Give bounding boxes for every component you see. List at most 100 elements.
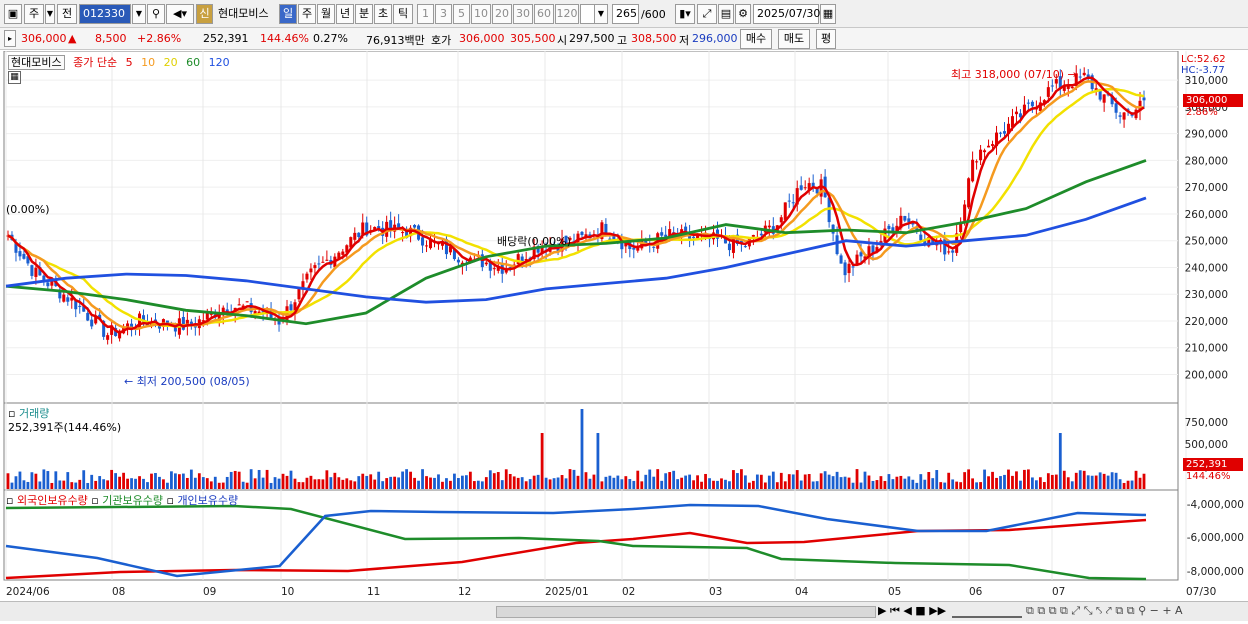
avg-button[interactable]: 평 — [816, 29, 836, 49]
volume-bar — [472, 481, 476, 489]
candle-body — [799, 185, 803, 190]
volume-bar — [6, 473, 10, 489]
candle-type-icon[interactable]: ▮▾ — [675, 4, 695, 24]
prev-button[interactable]: 전 — [57, 4, 77, 24]
volume-bar — [90, 474, 94, 489]
legend-institution: 기관보유수량 — [102, 494, 163, 507]
candle-body — [1050, 85, 1054, 87]
num-60[interactable]: 60 — [534, 4, 554, 24]
period-tick[interactable]: 틱 — [393, 4, 413, 24]
x-tick: 02 — [622, 586, 635, 598]
quote-toggle-icon[interactable]: ▸ — [4, 30, 16, 47]
code-input[interactable]: 012330 — [79, 4, 131, 24]
volume-bar — [174, 473, 177, 489]
candle-body — [245, 301, 249, 303]
candle-body — [783, 202, 787, 220]
num-20[interactable]: 20 — [492, 4, 512, 24]
num-30[interactable]: 30 — [513, 4, 533, 24]
calendar-icon[interactable]: ▦ — [820, 4, 836, 24]
code-dropdown-icon[interactable]: ▼ — [132, 4, 146, 24]
zoom-slider[interactable] — [952, 604, 1022, 618]
volume-bar — [241, 481, 245, 489]
buy-button[interactable]: 매수 — [740, 29, 772, 49]
volume-bar — [720, 478, 723, 489]
volume-bar — [201, 477, 205, 489]
volume-bar — [1066, 477, 1070, 489]
volume-bar — [807, 474, 811, 489]
volume-bar — [233, 470, 237, 489]
gear-icon[interactable]: ⚙ — [735, 4, 751, 24]
window-menu-icon[interactable]: ▣ — [4, 4, 22, 24]
period-second[interactable]: 초 — [374, 4, 392, 24]
speaker-icon[interactable]: ◀▾ — [166, 4, 194, 24]
scrollbar[interactable] — [496, 606, 876, 618]
volume-bar — [759, 474, 763, 489]
volume-bar — [556, 477, 560, 489]
volume-bar — [879, 476, 883, 489]
volume-bar — [680, 477, 684, 489]
volume-bar — [712, 480, 715, 489]
quote-turnover: 0.27% — [313, 32, 348, 45]
period-month[interactable]: 월 — [317, 4, 335, 24]
volume-bar — [871, 480, 875, 489]
count-input[interactable]: 265 — [612, 4, 639, 24]
type-select[interactable]: 주 — [24, 4, 44, 24]
volume-bar — [899, 475, 903, 489]
volume-bar — [468, 471, 472, 489]
num-3[interactable]: 3 — [435, 4, 452, 24]
num-5[interactable]: 5 — [453, 4, 470, 24]
high-label: 고 — [617, 34, 628, 47]
volume-bar — [237, 471, 241, 489]
price-y-tick: 220,000 — [1185, 316, 1228, 328]
volume-bar — [640, 481, 644, 489]
date-input[interactable]: 2025/07/30 — [753, 4, 820, 24]
volume-bar — [512, 476, 516, 489]
volume-bar — [313, 479, 317, 489]
volume-bar — [10, 482, 14, 489]
volume-bar — [265, 469, 269, 489]
num-1[interactable]: 1 — [417, 4, 434, 24]
save-icon[interactable]: ▤ — [718, 4, 734, 24]
volume-bar — [847, 477, 851, 489]
volume-bar — [277, 478, 281, 489]
volume-bar — [979, 482, 982, 489]
volume-bar — [249, 469, 253, 489]
volume-y-tick: 500,000 — [1185, 439, 1228, 451]
period-day[interactable]: 일 — [279, 4, 297, 24]
nav-buttons[interactable]: ▶ ⏮ ◀ ■ ▶▶ — [878, 604, 946, 618]
volume-bar — [393, 476, 397, 489]
candle-body — [353, 232, 357, 240]
volume-bar — [333, 472, 337, 489]
legend-ma60: 60 — [186, 56, 201, 69]
period-year[interactable]: 년 — [336, 4, 354, 24]
price-pane[interactable] — [3, 50, 1179, 404]
volume-bar — [361, 473, 365, 489]
volume-bar — [652, 476, 656, 489]
chart-area: 310,000 300,000 290,000 280,000 270,000 260,0… — [0, 50, 1248, 621]
volume-bar — [736, 473, 739, 489]
volume-bar — [883, 480, 887, 489]
candle-body — [580, 231, 584, 236]
shin-badge[interactable]: 신 — [196, 4, 213, 24]
volume-bar — [106, 480, 110, 489]
custom-dropdown-icon[interactable]: ▼ — [594, 4, 608, 24]
type-dropdown-icon[interactable]: ▼ — [45, 4, 55, 24]
volume-bar — [775, 482, 779, 489]
period-minute[interactable]: 분 — [355, 4, 373, 24]
volume-bar — [1003, 474, 1006, 489]
sell-button[interactable]: 매도 — [778, 29, 810, 49]
candle-body — [779, 217, 783, 223]
volume-bar — [636, 470, 640, 489]
volume-bar — [967, 469, 971, 489]
calculator-icon[interactable]: ▦ — [8, 71, 21, 84]
search-icon[interactable]: ⚲ — [147, 4, 165, 24]
stock-tag[interactable]: 현대모비스 — [8, 55, 65, 70]
period-week[interactable]: 주 — [298, 4, 316, 24]
line-tool-icon[interactable]: ⤢ — [697, 4, 717, 24]
num-10[interactable]: 10 — [471, 4, 491, 24]
num-120[interactable]: 120 — [555, 4, 579, 24]
volume-bar — [321, 479, 325, 489]
candle-body — [847, 263, 851, 274]
volume-bar — [1031, 477, 1034, 489]
drawing-tools[interactable]: ⧉ ⧉ ⧉ ⧉ ⤢ ⤡ ⤣ ⤤ ⧉ ⧉ ⚲ − + A — [1026, 604, 1183, 618]
